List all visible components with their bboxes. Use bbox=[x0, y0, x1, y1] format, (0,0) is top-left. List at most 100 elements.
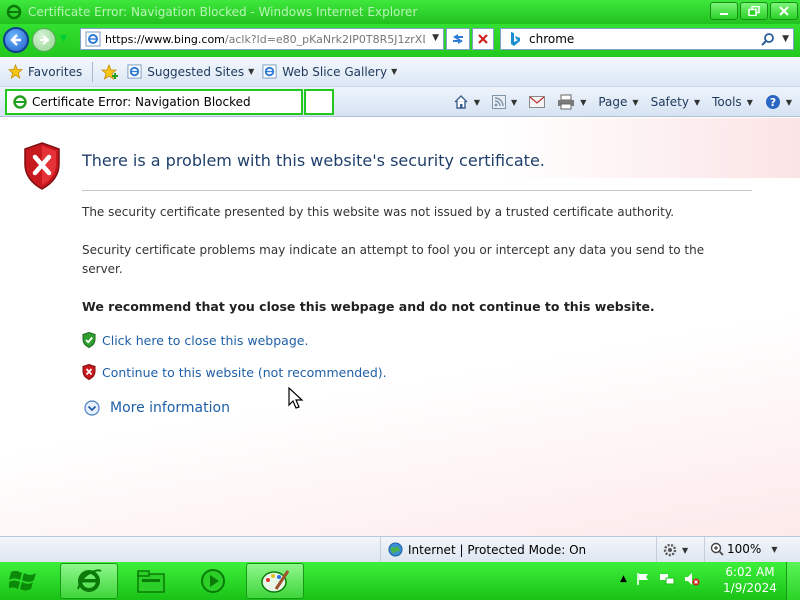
tab-certificate-error[interactable]: Certificate Error: Navigation Blocked bbox=[5, 89, 303, 115]
page-title: There is a problem with this website's s… bbox=[82, 151, 545, 170]
shield-check-icon bbox=[82, 332, 96, 348]
chevron-down-icon: ▼ bbox=[682, 545, 689, 555]
start-button[interactable] bbox=[4, 565, 44, 597]
bing-logo-icon bbox=[511, 32, 520, 46]
page-menu-label: Page bbox=[598, 95, 628, 109]
star-icon bbox=[8, 64, 23, 79]
more-information-toggle[interactable]: More information bbox=[84, 400, 230, 416]
stop-button[interactable] bbox=[472, 28, 494, 50]
refresh-button[interactable] bbox=[446, 28, 470, 50]
paint-palette-icon bbox=[261, 570, 290, 593]
taskbar-media-player[interactable] bbox=[184, 563, 242, 599]
chevron-down-icon: ▼ bbox=[771, 544, 778, 554]
status-divider bbox=[380, 537, 381, 562]
volume-muted-icon[interactable] bbox=[684, 572, 700, 586]
ie-logo-icon bbox=[77, 569, 102, 592]
clock-time: 6:02 AM bbox=[725, 565, 775, 579]
back-button[interactable] bbox=[3, 27, 29, 53]
taskbar-windows-explorer[interactable] bbox=[122, 563, 180, 599]
continue-link-text[interactable]: Continue to this website (not recommende… bbox=[102, 365, 387, 380]
restore-button[interactable] bbox=[740, 2, 768, 20]
action-center-flag-icon[interactable] bbox=[636, 572, 650, 586]
web-slice-gallery-button[interactable]: Web Slice Gallery ▼ bbox=[262, 64, 397, 79]
forward-button[interactable] bbox=[32, 28, 56, 52]
close-webpage-link[interactable]: Click here to close this webpage. bbox=[82, 332, 308, 348]
taskbar-internet-explorer[interactable] bbox=[60, 563, 118, 599]
security-zone[interactable]: Internet | Protected Mode: On bbox=[388, 542, 586, 557]
zoom-level-text: 100% bbox=[727, 542, 762, 556]
show-desktop-button[interactable] bbox=[786, 562, 800, 600]
status-bar: Internet | Protected Mode: On ▼ 100% ▼ bbox=[0, 536, 800, 562]
close-button[interactable] bbox=[770, 2, 798, 20]
search-query[interactable]: chrome bbox=[529, 32, 574, 46]
minimize-icon bbox=[720, 13, 728, 15]
toolbar-separator bbox=[92, 61, 94, 82]
favorites-label: Favorites bbox=[28, 64, 83, 79]
tab-row: Certificate Error: Navigation Blocked ▼ … bbox=[0, 87, 800, 117]
suggested-sites-button[interactable]: Suggested Sites ▼ bbox=[127, 64, 254, 79]
shield-error-icon bbox=[24, 142, 60, 190]
windows-logo-icon bbox=[9, 570, 36, 591]
add-favorite-icon bbox=[101, 63, 119, 80]
mail-icon bbox=[529, 96, 546, 108]
chevron-down-icon: ▼ bbox=[391, 67, 398, 76]
svg-text:?: ? bbox=[770, 96, 776, 109]
forward-arrow-icon bbox=[40, 35, 50, 45]
show-hidden-icons-icon[interactable]: ▲ bbox=[620, 574, 627, 584]
ie-page-icon bbox=[127, 64, 142, 79]
network-icon[interactable] bbox=[659, 572, 675, 586]
help-menu[interactable]: ? ▼ bbox=[765, 94, 792, 110]
home-button[interactable]: ▼ bbox=[453, 94, 480, 110]
chevron-down-icon: ▼ bbox=[632, 97, 639, 107]
address-text[interactable]: https://www.bing.com/aclk?ld=e80_pKaNrk2… bbox=[105, 33, 425, 46]
divider bbox=[82, 190, 752, 191]
zoom-level[interactable]: 100% ▼ bbox=[710, 542, 777, 556]
change-zoom-settings-button[interactable]: ▼ bbox=[662, 542, 688, 558]
chevron-down-icon: ▼ bbox=[511, 97, 518, 107]
close-icon bbox=[779, 6, 789, 16]
url-path: /aclk?ld=e80_pKaNrk2IP0T8R5J1zrXDV bbox=[224, 32, 425, 46]
address-dropdown-icon[interactable]: ▼ bbox=[432, 33, 439, 43]
favorites-bar: Favorites Suggested Sites ▼ Web Slice Ga… bbox=[0, 57, 800, 87]
recent-pages-dropdown[interactable]: ▼ bbox=[60, 34, 67, 44]
web-slice-gallery-label: Web Slice Gallery bbox=[282, 64, 388, 79]
title-bar: Certificate Error: Navigation Blocked - … bbox=[0, 0, 800, 24]
search-box[interactable]: chrome ▼ bbox=[500, 28, 794, 50]
close-webpage-link-text[interactable]: Click here to close this webpage. bbox=[102, 333, 308, 348]
tools-menu[interactable]: Tools ▼ bbox=[712, 95, 753, 109]
certificate-warning-text: Security certificate problems may indica… bbox=[82, 243, 705, 276]
help-icon: ? bbox=[765, 95, 780, 109]
security-zone-text: Internet | Protected Mode: On bbox=[408, 542, 587, 557]
ie-page-icon bbox=[262, 64, 277, 79]
page-menu[interactable]: Page ▼ bbox=[598, 95, 638, 109]
continue-to-website-link[interactable]: Continue to this website (not recommende… bbox=[82, 364, 387, 380]
new-tab-button[interactable] bbox=[304, 89, 334, 115]
chevron-down-icon: ▼ bbox=[746, 97, 753, 107]
add-to-favorites-bar-button[interactable] bbox=[101, 63, 119, 80]
feeds-button[interactable]: ▼ bbox=[492, 95, 517, 109]
ie-page-icon bbox=[85, 31, 101, 47]
more-information-text[interactable]: More information bbox=[110, 400, 230, 416]
chevron-down-icon: ▼ bbox=[693, 97, 701, 107]
read-mail-button[interactable] bbox=[529, 96, 546, 108]
chevron-down-icon: ▼ bbox=[248, 67, 255, 76]
command-bar: ▼ ▼ ▼ Page ▼ Safety ▼ Tools ▼ ? ▼ bbox=[441, 91, 792, 113]
address-bar[interactable]: https://www.bing.com/aclk?ld=e80_pKaNrk2… bbox=[80, 28, 444, 50]
shield-error-icon bbox=[82, 364, 96, 380]
media-player-icon bbox=[201, 569, 225, 593]
folder-icon bbox=[137, 570, 165, 593]
search-dropdown-icon[interactable]: ▼ bbox=[782, 34, 789, 44]
page-content: There is a problem with this website's s… bbox=[0, 118, 800, 536]
globe-icon bbox=[388, 542, 403, 557]
favorites-button[interactable]: Favorites bbox=[8, 64, 82, 79]
minimize-button[interactable] bbox=[710, 2, 738, 20]
search-icon[interactable] bbox=[761, 32, 775, 46]
safety-menu[interactable]: Safety ▼ bbox=[651, 95, 701, 109]
back-arrow-icon bbox=[10, 34, 21, 46]
clock[interactable]: 6:02 AM 1/9/2024 bbox=[718, 564, 782, 596]
print-button[interactable]: ▼ bbox=[557, 94, 586, 110]
suggested-sites-label: Suggested Sites bbox=[147, 64, 245, 79]
expand-chevron-icon bbox=[84, 400, 100, 416]
taskbar-paint[interactable] bbox=[246, 563, 304, 599]
printer-icon bbox=[558, 94, 575, 110]
